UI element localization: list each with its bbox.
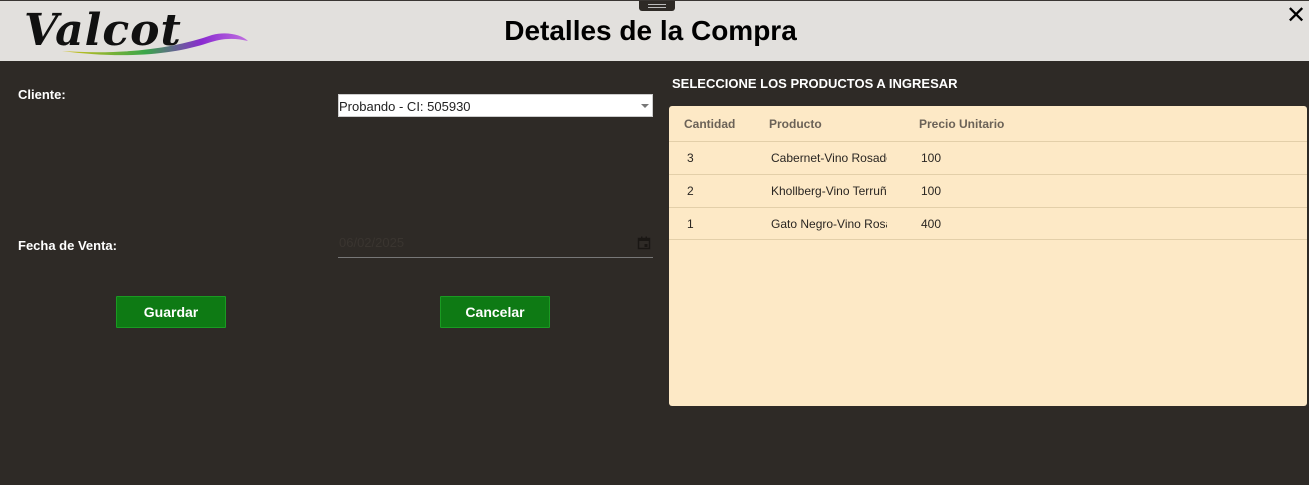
save-button[interactable]: Guardar	[116, 296, 226, 328]
cell-precio: 400	[921, 217, 942, 231]
sale-date-value: 06/02/2025	[339, 235, 405, 250]
calendar-icon[interactable]	[637, 236, 651, 250]
table-row[interactable]: 3 Cabernet-Vino Rosado 100	[669, 141, 1307, 174]
cell-precio: 100	[921, 151, 942, 165]
table-row[interactable]: 2 Khollberg-Vino Terruño 100	[669, 174, 1307, 207]
table-row[interactable]: 1 Gato Negro-Vino Rosado 400	[669, 207, 1307, 240]
cell-producto: Khollberg-Vino Terruño	[771, 184, 887, 198]
client-label: Cliente:	[18, 87, 66, 102]
cell-cantidad: 1	[687, 217, 694, 231]
products-section-title: SELECCIONE LOS PRODUCTOS A INGRESAR	[672, 76, 958, 91]
cell-cantidad: 3	[687, 151, 694, 165]
products-table: Cantidad Producto Precio Unitario 3 Cabe…	[669, 106, 1307, 406]
cancel-button[interactable]: Cancelar	[440, 296, 550, 328]
cell-producto: Cabernet-Vino Rosado	[771, 151, 887, 165]
column-header-cantidad: Cantidad	[684, 117, 736, 131]
sale-date-input[interactable]: 06/02/2025	[338, 232, 653, 258]
client-select-value: Probando - CI: 505930	[339, 99, 471, 114]
close-icon[interactable]: ✕	[1285, 3, 1307, 27]
date-label: Fecha de Venta:	[18, 238, 117, 253]
dropdown-caret-icon	[641, 104, 649, 108]
app-header: Valcot Detalles de la Compra ✕	[0, 0, 1309, 61]
cell-producto: Gato Negro-Vino Rosado	[771, 217, 887, 231]
page-title: Detalles de la Compra	[504, 15, 797, 46]
column-header-precio: Precio Unitario	[919, 117, 1005, 131]
drag-handle-icon[interactable]	[639, 1, 675, 11]
cell-cantidad: 2	[687, 184, 694, 198]
column-header-producto: Producto	[769, 117, 822, 131]
client-select[interactable]: Probando - CI: 505930	[338, 94, 653, 117]
cell-precio: 100	[921, 184, 942, 198]
